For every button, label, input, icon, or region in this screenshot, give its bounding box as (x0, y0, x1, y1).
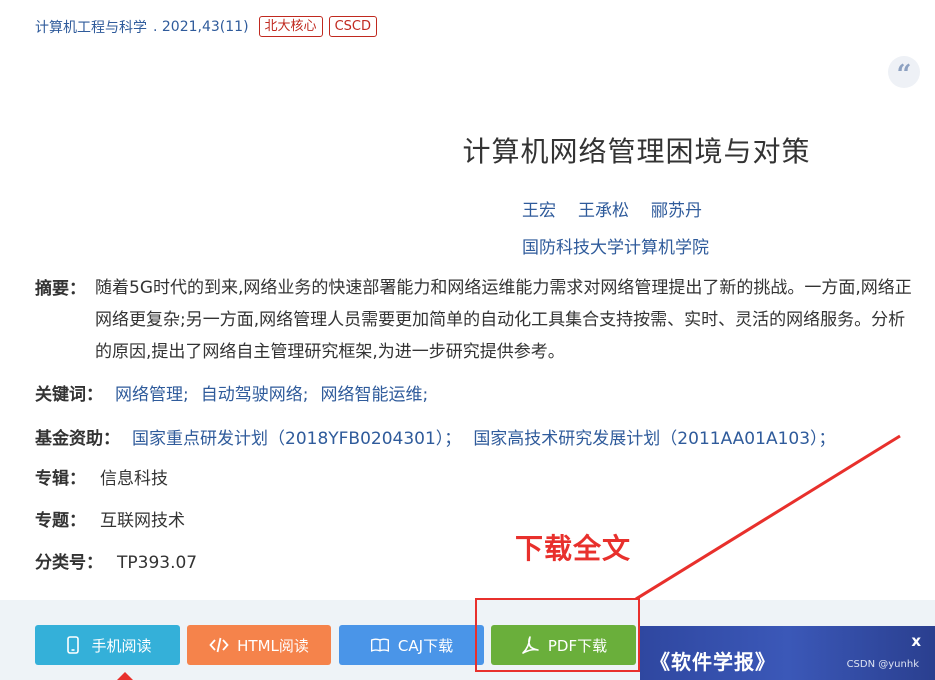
author-link[interactable]: 王宏 (522, 196, 556, 221)
topic-value: 互联网技术 (100, 511, 185, 531)
abstract-text: 随着5G时代的到来,网络业务的快速部署能力和网络运维能力需求对网络管理提出了新的… (95, 272, 935, 368)
html-read-label: HTML阅读 (237, 636, 309, 655)
abstract-line: 随着5G时代的到来,网络业务的快速部署能力和网络运维能力需求对网络管理提出了新的… (95, 278, 912, 298)
funding-link[interactable]: 国家高技术研究发展计划（2011AA01A103）； (473, 429, 835, 449)
abstract-line: 的原因,提出了网络自主管理研究框架,为进一步研究提供参考。 (95, 342, 565, 362)
affiliation-link[interactable]: 国防科技大学计算机学院 (522, 233, 709, 258)
topic-row: 专题： 互联网技术 (35, 506, 185, 531)
abstract-label: 摘要： (35, 279, 86, 299)
album-row: 专辑： 信息科技 (35, 464, 168, 489)
mobile-read-button[interactable]: 手机阅读 (35, 625, 180, 665)
abstract-line: 网络更复杂;另一方面,网络管理人员需要更加简单的自动化工具集合支持按需、实时、灵… (95, 310, 906, 330)
core-badge: 北大核心 (258, 16, 323, 37)
journal-link[interactable]: 计算机工程与科学 (35, 17, 147, 37)
journal-issue: . 2021,43(11) (153, 18, 249, 35)
classification-label: 分类号： (35, 553, 103, 573)
caj-download-label: CAJ下载 (397, 636, 454, 655)
book-icon (370, 638, 389, 652)
annotation-label: 下载全文 (515, 532, 632, 565)
close-icon[interactable]: x (911, 632, 921, 650)
keywords-row: 关键词： 网络管理; 自动驾驶网络; 网络智能运维; (35, 380, 428, 405)
keyword-link[interactable]: 网络智能运维; (320, 385, 428, 405)
topic-label: 专题： (35, 511, 86, 531)
article-title: 计算机网络管理困境与对策 (462, 135, 811, 168)
funding-label: 基金资助： (35, 429, 120, 449)
journal-info: 计算机工程与科学 . 2021,43(11) 北大核心 CSCD (35, 16, 377, 37)
funding-row: 基金资助： 国家重点研发计划（2018YFB0204301）； 国家高技术研究发展计… (35, 424, 836, 449)
ad-banner[interactable]: 《软件学报》 x CSDN @yunhk (640, 626, 935, 680)
annotation-highlight-box (475, 598, 640, 672)
html-read-button[interactable]: HTML阅读 (187, 625, 331, 665)
author-link[interactable]: 王承松 (578, 196, 629, 221)
author-list: 王宏 王承松 郦苏丹 (522, 196, 702, 221)
caj-download-button[interactable]: CAJ下载 (339, 625, 484, 665)
album-label: 专辑： (35, 469, 86, 489)
keyword-link[interactable]: 网络管理; (115, 385, 189, 405)
author-link[interactable]: 郦苏丹 (651, 196, 702, 221)
ad-text: 《软件学报》 (650, 650, 776, 674)
classification-row: 分类号： TP393.07 (35, 548, 197, 573)
keyword-link[interactable]: 自动驾驶网络; (201, 385, 309, 405)
watermark: CSDN @yunhk (846, 659, 919, 670)
active-caret (117, 672, 133, 680)
classification-value: TP393.07 (117, 553, 198, 573)
funding-link[interactable]: 国家重点研发计划（2018YFB0204301）； (132, 429, 461, 449)
keywords-label: 关键词： (35, 385, 103, 405)
cscd-badge: CSCD (328, 16, 377, 37)
code-icon (209, 637, 229, 653)
phone-icon (67, 636, 80, 654)
album-value: 信息科技 (100, 469, 168, 489)
quote-icon[interactable]: “ (888, 56, 920, 90)
mobile-read-label: 手机阅读 (91, 636, 152, 655)
